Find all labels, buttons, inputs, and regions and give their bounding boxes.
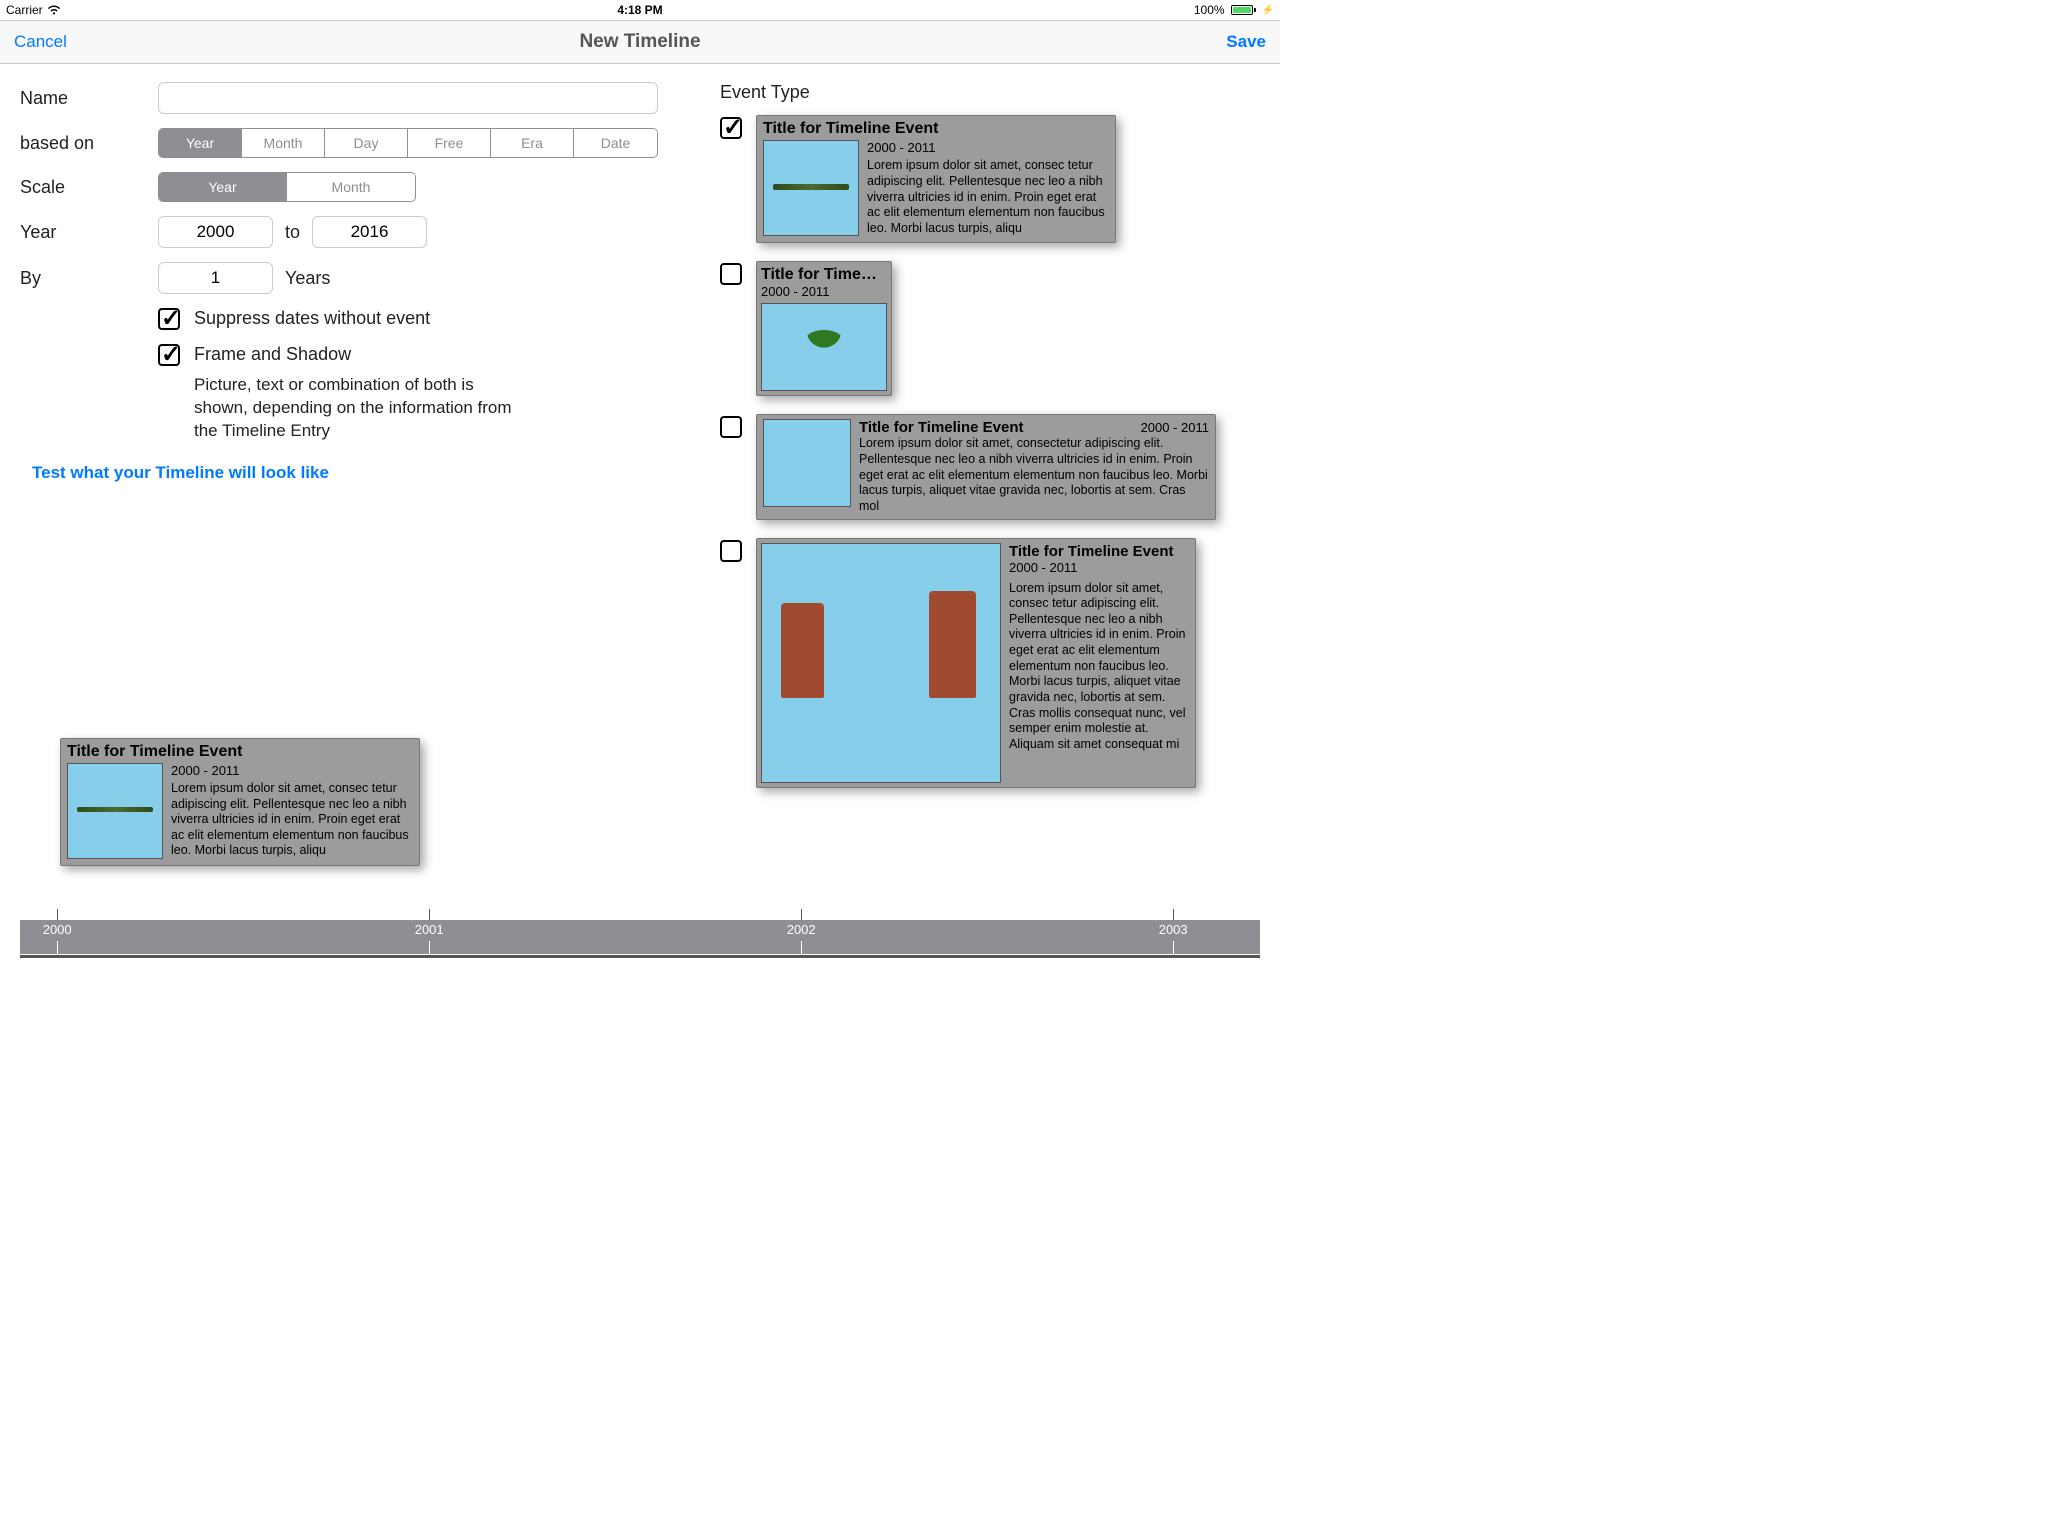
preview-card: Title for Timeline Event 2000 - 2011 Lor…: [60, 738, 420, 866]
card-thumb: [67, 763, 163, 859]
event-type-2: Title for Time… 2000 - 2011: [720, 261, 1260, 396]
seg-year[interactable]: Year: [159, 129, 242, 157]
label-to: to: [285, 222, 300, 243]
by-input[interactable]: [158, 262, 273, 294]
based-on-segmented: Year Month Day Free Era Date: [158, 128, 658, 158]
scrollbar[interactable]: [20, 955, 1260, 958]
label-year: Year: [20, 222, 158, 243]
frame-label: Frame and Shadow: [194, 344, 351, 365]
card-text: 2000 - 2011 Lorem ipsum dolor sit amet, …: [171, 763, 413, 859]
status-right: 100% ⚡: [1194, 3, 1274, 17]
card-lorem: Lorem ipsum dolor sit amet, consec tetur…: [171, 781, 409, 858]
seg-era[interactable]: Era: [491, 129, 574, 157]
label-by: By: [20, 268, 158, 289]
card-dates: 2000 - 2011: [761, 284, 887, 299]
card-dates: 2000 - 2011: [1009, 560, 1191, 575]
year-from-input[interactable]: [158, 216, 273, 248]
wifi-icon: [47, 5, 61, 15]
timeline-axis[interactable]: 2000 2001 2002 2003: [20, 920, 1260, 954]
year-to-input[interactable]: [312, 216, 427, 248]
frame-checkbox[interactable]: [158, 344, 180, 366]
event-card-2: Title for Time… 2000 - 2011: [756, 261, 892, 396]
card-lorem: Lorem ipsum dolor sit amet, consec tetur…: [867, 158, 1105, 235]
label-scale: Scale: [20, 177, 158, 198]
card-thumb: [763, 419, 851, 507]
suppress-label: Suppress dates without event: [194, 308, 430, 329]
tick-2003: 2003: [1159, 922, 1188, 937]
card-thumb: [761, 303, 887, 391]
card-dates: 2000 - 2011: [171, 763, 413, 779]
card-thumb: [761, 543, 1001, 783]
event-type-3-checkbox[interactable]: [720, 416, 742, 438]
note-text: Picture, text or combination of both is …: [20, 374, 530, 443]
status-time: 4:18 PM: [617, 3, 662, 17]
scale-year[interactable]: Year: [159, 173, 287, 201]
event-type-3: Title for Timeline Event 2000 - 2011 Lor…: [720, 414, 1260, 519]
card-title: Title for Time…: [761, 266, 887, 284]
battery-percent: 100%: [1194, 3, 1225, 17]
nav-bar: Cancel New Timeline Save: [0, 20, 1280, 64]
card-title: Title for Timeline Event: [67, 743, 413, 761]
label-name: Name: [20, 88, 158, 109]
seg-month[interactable]: Month: [242, 129, 325, 157]
save-button[interactable]: Save: [1226, 32, 1266, 52]
label-by-unit: Years: [285, 268, 330, 289]
scale-segmented: Year Month: [158, 172, 416, 202]
seg-day[interactable]: Day: [325, 129, 408, 157]
card-lorem: Lorem ipsum dolor sit amet, consectetur …: [859, 436, 1209, 514]
test-link[interactable]: Test what your Timeline will look like: [32, 463, 670, 483]
event-card-1: Title for Timeline Event 2000 - 2011 Lor…: [756, 115, 1116, 243]
seg-free[interactable]: Free: [408, 129, 491, 157]
event-type-1-checkbox[interactable]: [720, 117, 742, 139]
tick-2002: 2002: [787, 922, 816, 937]
event-type-4: Title for Timeline Event 2000 - 2011 Lor…: [720, 538, 1260, 788]
event-card-4: Title for Timeline Event 2000 - 2011 Lor…: [756, 538, 1196, 788]
event-type-4-checkbox[interactable]: [720, 540, 742, 562]
tick-2001: 2001: [415, 922, 444, 937]
event-type-2-checkbox[interactable]: [720, 263, 742, 285]
status-left: Carrier: [6, 3, 61, 17]
event-card-3: Title for Timeline Event 2000 - 2011 Lor…: [756, 414, 1216, 519]
card-title: Title for Timeline Event: [859, 419, 1024, 436]
card-text: 2000 - 2011 Lorem ipsum dolor sit amet, …: [867, 140, 1109, 236]
name-input[interactable]: [158, 82, 658, 114]
scale-month[interactable]: Month: [287, 173, 415, 201]
suppress-checkbox[interactable]: [158, 308, 180, 330]
carrier-text: Carrier: [6, 3, 43, 17]
label-based-on: based on: [20, 133, 158, 154]
event-type-1: Title for Timeline Event 2000 - 2011 Lor…: [720, 115, 1260, 243]
tick-2000: 2000: [43, 922, 72, 937]
card-thumb: [763, 140, 859, 236]
seg-date[interactable]: Date: [574, 129, 657, 157]
event-type-heading: Event Type: [720, 82, 1260, 103]
page-title: New Timeline: [579, 31, 700, 53]
card-dates: 2000 - 2011: [867, 140, 1109, 156]
battery-icon: [1229, 5, 1256, 15]
bolt-icon: ⚡: [1262, 5, 1274, 16]
card-lorem: Lorem ipsum dolor sit amet, consec tetur…: [1009, 581, 1191, 753]
status-bar: Carrier 4:18 PM 100% ⚡: [0, 0, 1280, 20]
card-title: Title for Timeline Event: [763, 120, 1109, 138]
card-dates: 2000 - 2011: [1141, 420, 1209, 435]
cancel-button[interactable]: Cancel: [14, 32, 67, 52]
card-title: Title for Timeline Event: [1009, 543, 1191, 560]
